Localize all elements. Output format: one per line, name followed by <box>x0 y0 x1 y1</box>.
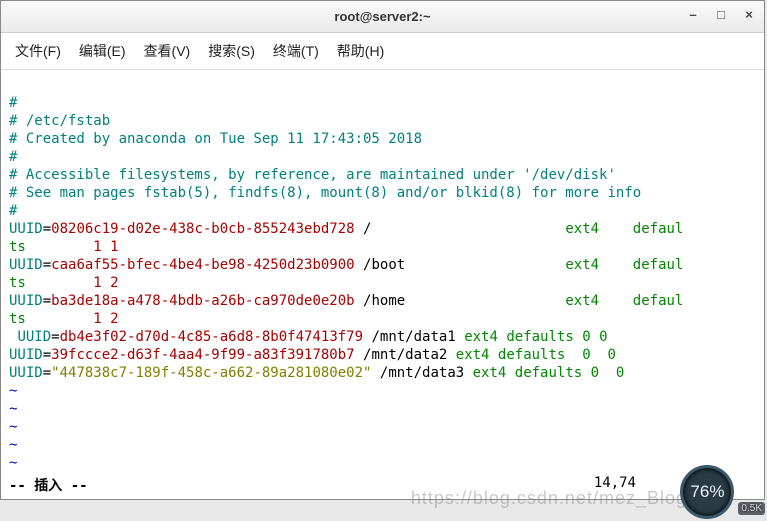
vim-tilde: ~ <box>9 401 17 417</box>
opts: ext4 defaults 0 0 <box>456 347 616 363</box>
uuid-key: UUID <box>9 293 43 309</box>
menu-bar: 文件(F) 编辑(E) 查看(V) 搜索(S) 终端(T) 帮助(H) <box>1 33 764 70</box>
opts-wrap: ts <box>9 239 26 255</box>
dump-pass: 1 2 <box>93 275 118 291</box>
menu-view[interactable]: 查看(V) <box>140 39 195 63</box>
menu-search[interactable]: 搜索(S) <box>204 39 259 63</box>
comment-line: # Accessible filesystems, by reference, … <box>9 167 616 183</box>
uuid-key: UUID <box>17 329 51 345</box>
eq: = <box>51 329 59 345</box>
minimize-button[interactable]: – <box>684 5 702 23</box>
terminal-window: root@server2:~ – □ × 文件(F) 编辑(E) 查看(V) 搜… <box>0 0 765 500</box>
opts: ext4 defaults 0 0 <box>473 365 625 381</box>
fs-type: ext4 <box>565 221 599 237</box>
close-button[interactable]: × <box>740 5 758 23</box>
uuid-value: "447838c7-189f-458c-a662-89a281080e02" <box>51 365 371 381</box>
menu-terminal[interactable]: 终端(T) <box>269 39 323 63</box>
dump-pass: 1 1 <box>93 239 118 255</box>
menu-help[interactable]: 帮助(H) <box>333 39 388 63</box>
opts: defaul <box>633 257 684 273</box>
net-speed: 0.5K <box>738 502 765 515</box>
vim-tilde: ~ <box>9 455 17 471</box>
mount-path: /mnt/data1 <box>371 329 455 345</box>
uuid-key: UUID <box>9 347 43 363</box>
opts-wrap: ts <box>9 275 26 291</box>
vim-tilde: ~ <box>9 419 17 435</box>
menu-edit[interactable]: 编辑(E) <box>75 39 130 63</box>
comment-line: # See man pages fstab(5), findfs(8), mou… <box>9 185 641 201</box>
maximize-button[interactable]: □ <box>712 5 730 23</box>
opts: defaul <box>633 293 684 309</box>
title-bar: root@server2:~ – □ × <box>1 1 764 33</box>
vim-tilde: ~ <box>9 383 17 399</box>
mount-path: /home <box>363 293 405 309</box>
terminal-content[interactable]: # # /etc/fstab # Created by anaconda on … <box>1 70 764 475</box>
dump-pass: 1 2 <box>93 311 118 327</box>
eq: = <box>43 293 51 309</box>
fs-type: ext4 <box>565 293 599 309</box>
uuid-value: 39fccce2-d63f-4aa4-9f99-a83f391780b7 <box>51 347 354 363</box>
watermark-text: https://blog.csdn.net/mez_Blog <box>411 488 687 509</box>
comment-line: # <box>9 149 17 165</box>
menu-file[interactable]: 文件(F) <box>11 39 65 63</box>
uuid-value: ba3de18a-a478-4bdb-a26b-ca970de0e20b <box>51 293 354 309</box>
uuid-key: UUID <box>9 221 43 237</box>
eq: = <box>43 365 51 381</box>
vim-tilde: ~ <box>9 473 17 475</box>
uuid-key: UUID <box>9 365 43 381</box>
vim-tilde: ~ <box>9 437 17 453</box>
uuid-value: caa6af55-bfec-4be4-be98-4250d23b0900 <box>51 257 354 273</box>
comment-line: # <box>9 203 17 219</box>
uuid-key: UUID <box>9 257 43 273</box>
opts-wrap: ts <box>9 311 26 327</box>
opts: ext4 defaults 0 0 <box>464 329 607 345</box>
comment-line: # <box>9 95 17 111</box>
vim-mode: -- 插入 -- <box>9 475 88 495</box>
opts: defaul <box>633 221 684 237</box>
eq: = <box>43 221 51 237</box>
fs-type: ext4 <box>565 257 599 273</box>
mount-path: /mnt/data3 <box>380 365 464 381</box>
eq: = <box>43 257 51 273</box>
system-sensor: 76% 0.5K <box>680 465 765 519</box>
mount-path: / <box>363 221 371 237</box>
mount-path: /mnt/data2 <box>363 347 447 363</box>
window-title: root@server2:~ <box>334 9 430 24</box>
uuid-value: db4e3f02-d70d-4c85-a6d8-8b0f47413f79 <box>60 329 363 345</box>
comment-line: # Created by anaconda on Tue Sep 11 17:4… <box>9 131 422 147</box>
mount-path: /boot <box>363 257 405 273</box>
eq: = <box>43 347 51 363</box>
window-controls: – □ × <box>684 5 758 23</box>
comment-line: # /etc/fstab <box>9 113 110 129</box>
cpu-gauge: 76% <box>680 465 734 519</box>
uuid-value: 08206c19-d02e-438c-b0cb-855243ebd728 <box>51 221 354 237</box>
